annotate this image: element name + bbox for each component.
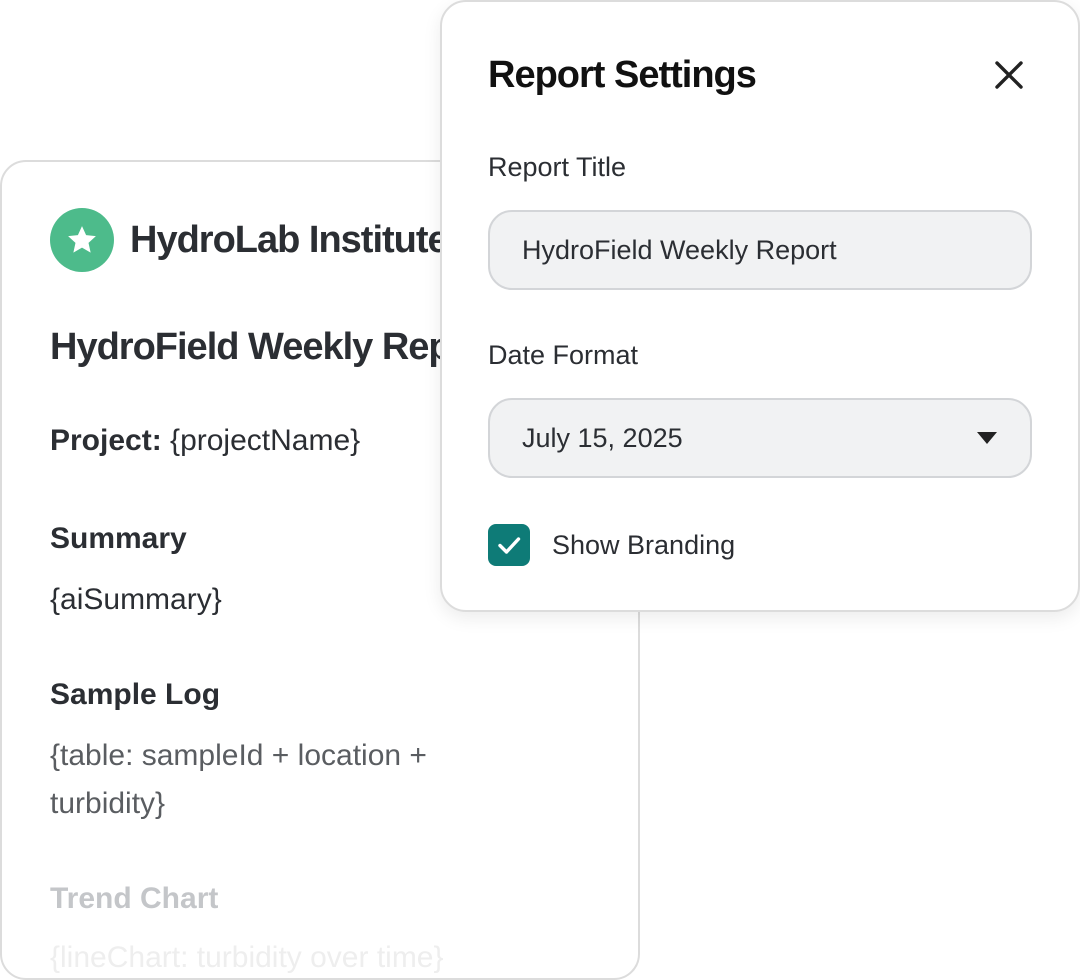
settings-title: Report Settings (488, 54, 757, 96)
check-icon (498, 537, 521, 554)
date-format-value: July 15, 2025 (522, 422, 683, 453)
report-title: HydroField Weekly Report (50, 326, 499, 368)
section-body-summary: {aiSummary} (50, 583, 222, 616)
section-heading-trend-chart: Trend Chart (50, 882, 219, 915)
caret-down-icon (977, 432, 997, 444)
show-branding-checkbox[interactable] (488, 524, 530, 566)
brand-header: HydroLab Institute (50, 208, 449, 272)
section-heading-summary: Summary (50, 522, 187, 555)
star-icon (50, 208, 114, 272)
section-heading-sample-log: Sample Log (50, 678, 221, 711)
report-title-label: Report Title (488, 152, 627, 182)
date-format-label: Date Format (488, 340, 639, 370)
section-body-sample-log: {table: sampleId + location + turbidity} (50, 739, 427, 820)
report-title-input[interactable] (488, 210, 1032, 290)
section-body-trend-chart: {lineChart: turbidity over time} (50, 941, 444, 974)
project-line: Project: {projectName} (50, 424, 360, 458)
report-settings-panel: Report Settings Report Title Date Format… (440, 0, 1080, 612)
project-value: {projectName} (170, 424, 361, 457)
close-button[interactable] (990, 56, 1028, 94)
close-icon (995, 61, 1023, 89)
project-label: Project: (50, 424, 162, 457)
date-format-select[interactable]: July 15, 2025 (488, 398, 1032, 478)
show-branding-label: Show Branding (552, 529, 736, 560)
brand-name: HydroLab Institute (130, 218, 449, 261)
show-branding-row: Show Branding (488, 524, 735, 566)
